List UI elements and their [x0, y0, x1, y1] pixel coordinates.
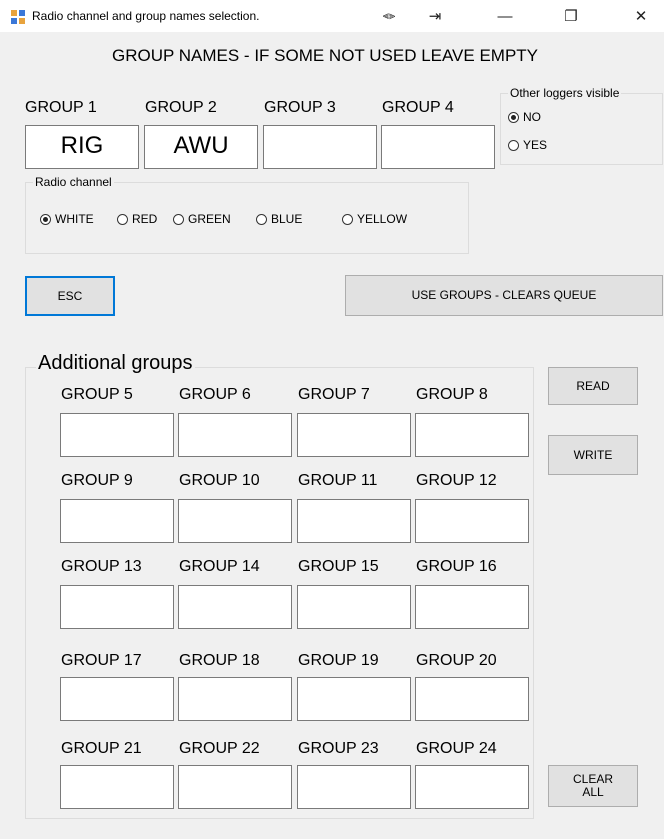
group-1-input[interactable]: RIG [25, 125, 139, 169]
radio-channel-title: Radio channel [33, 175, 114, 189]
additional-group-input[interactable] [297, 499, 411, 543]
group-2-input[interactable]: AWU [144, 125, 258, 169]
additional-group-label: GROUP 20 [416, 652, 497, 669]
additional-group-input[interactable] [415, 765, 529, 809]
additional-group-label: GROUP 24 [416, 740, 497, 757]
additional-group-label: GROUP 21 [61, 740, 142, 757]
other-loggers-title: Other loggers visible [508, 86, 622, 100]
radio-blue[interactable]: BLUE [256, 212, 302, 226]
additional-group-label: GROUP 16 [416, 558, 497, 575]
additional-group-label: GROUP 12 [416, 472, 497, 489]
other-loggers-yes-radio[interactable]: YES [508, 138, 547, 152]
esc-button[interactable]: ESC [25, 276, 115, 316]
window-title: Radio channel and group names selection. [32, 9, 260, 23]
additional-group-input[interactable] [178, 499, 292, 543]
additional-group-input[interactable] [60, 677, 174, 721]
additional-group-input[interactable] [415, 499, 529, 543]
group-label: GROUP 2 [145, 99, 217, 116]
title-bar: Radio channel and group names selection.… [0, 0, 664, 32]
app-icon [11, 10, 25, 24]
additional-group-label: GROUP 18 [179, 652, 260, 669]
additional-group-input[interactable] [297, 585, 411, 629]
radio-unchecked-icon [117, 213, 128, 225]
clear-all-button[interactable]: CLEAR ALL [548, 765, 638, 807]
additional-group-input[interactable] [297, 765, 411, 809]
radio-white[interactable]: WHITE [40, 212, 94, 226]
restore-button[interactable]: ❐ [548, 0, 594, 32]
pin-icon[interactable]: ⇥ [412, 0, 458, 32]
additional-group-input[interactable] [297, 413, 411, 457]
group-3-input[interactable] [263, 125, 377, 169]
additional-group-label: GROUP 8 [416, 386, 488, 403]
additional-group-label: GROUP 22 [179, 740, 260, 757]
additional-group-label: GROUP 9 [61, 472, 133, 489]
snap-icon[interactable]: ⫷⫸ [366, 0, 412, 32]
minimize-button[interactable]: — [482, 0, 528, 32]
group-label: GROUP 3 [264, 99, 336, 116]
additional-group-input[interactable] [60, 413, 174, 457]
additional-group-label: GROUP 23 [298, 740, 379, 757]
close-button[interactable]: ✕ [618, 0, 664, 32]
additional-group-input[interactable] [178, 765, 292, 809]
additional-group-label: GROUP 17 [61, 652, 142, 669]
additional-group-input[interactable] [60, 765, 174, 809]
use-groups-button[interactable]: USE GROUPS - CLEARS QUEUE [345, 275, 663, 316]
additional-group-label: GROUP 11 [298, 472, 378, 489]
group-4-input[interactable] [381, 125, 495, 169]
radio-unchecked-icon [173, 213, 184, 225]
additional-group-label: GROUP 13 [61, 558, 142, 575]
radio-checked-icon [40, 213, 51, 225]
read-button[interactable]: READ [548, 367, 638, 405]
radio-checked-icon [508, 111, 519, 123]
group-label: GROUP 4 [382, 99, 454, 116]
radio-unchecked-icon [256, 213, 267, 225]
additional-group-label: GROUP 7 [298, 386, 370, 403]
additional-group-input[interactable] [178, 585, 292, 629]
additional-group-input[interactable] [60, 585, 174, 629]
additional-group-input[interactable] [178, 413, 292, 457]
radio-unchecked-icon [342, 213, 353, 225]
additional-group-label: GROUP 15 [298, 558, 379, 575]
radio-unchecked-icon [508, 139, 519, 151]
radio-red[interactable]: RED [117, 212, 157, 226]
additional-group-label: GROUP 19 [298, 652, 379, 669]
header-title: GROUP NAMES - IF SOME NOT USED LEAVE EMP… [112, 46, 539, 65]
additional-group-label: GROUP 5 [61, 386, 133, 403]
additional-group-input[interactable] [60, 499, 174, 543]
additional-groups-title: Additional groups [36, 352, 195, 375]
additional-group-input[interactable] [415, 413, 529, 457]
other-loggers-no-radio[interactable]: NO [508, 110, 541, 124]
additional-group-label: GROUP 6 [179, 386, 251, 403]
write-button[interactable]: WRITE [548, 435, 638, 475]
radio-green[interactable]: GREEN [173, 212, 231, 226]
additional-group-input[interactable] [415, 585, 529, 629]
additional-group-label: GROUP 10 [179, 472, 260, 489]
additional-group-input[interactable] [297, 677, 411, 721]
radio-yellow[interactable]: YELLOW [342, 212, 407, 226]
additional-group-label: GROUP 14 [179, 558, 260, 575]
other-loggers-groupbox [500, 93, 663, 165]
additional-group-input[interactable] [415, 677, 529, 721]
group-label: GROUP 1 [25, 99, 97, 116]
additional-group-input[interactable] [178, 677, 292, 721]
